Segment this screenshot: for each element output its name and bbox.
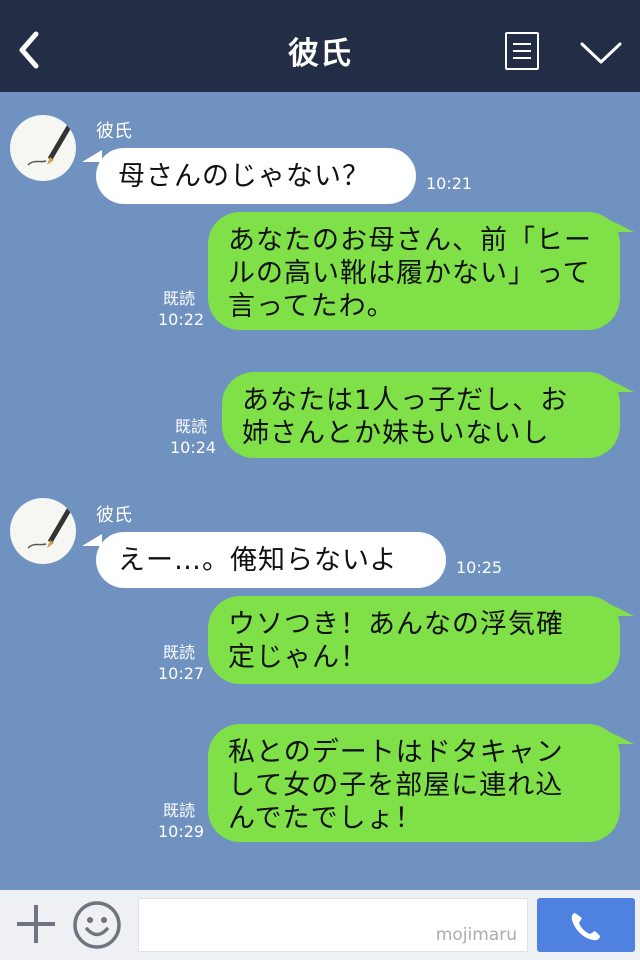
- smiley-icon: [73, 901, 121, 949]
- message-time: 10:29: [158, 822, 205, 841]
- message-bubble-outgoing[interactable]: 私とのデートはドタキャン して女の子を部屋に連れ込 んでたでしょ！: [208, 724, 620, 842]
- message-text: んでたでしょ！: [228, 803, 423, 834]
- plus-icon: [17, 905, 55, 943]
- avatar[interactable]: [10, 498, 76, 564]
- message-text: 言ってたわ。: [228, 291, 395, 322]
- bubble-tail: [82, 534, 102, 546]
- message-text: 姉さんとか妹もいないし: [242, 418, 550, 449]
- chat-header: 彼氏: [0, 0, 640, 92]
- pen-avatar-icon: [27, 123, 73, 166]
- read-receipt: 既読: [174, 417, 207, 436]
- message-time: 10:21: [426, 174, 473, 193]
- message-time: 10:27: [158, 664, 205, 683]
- message-text: えー…。俺知らないよ: [118, 545, 398, 576]
- watermark-text: mojimaru: [435, 925, 517, 945]
- message-list[interactable]: 彼氏 母さんのじゃない？ 10:21 既読 10:22 あなたのお母さん、前「ヒ…: [0, 92, 640, 890]
- message-time: 10:24: [170, 438, 217, 457]
- message-text: 私とのデートはドタキャン: [228, 737, 564, 768]
- sender-name: 彼氏: [96, 505, 132, 526]
- sender-name: 彼氏: [96, 121, 132, 142]
- phone-icon: [571, 913, 600, 941]
- message-text: 定じゃん！: [228, 642, 368, 673]
- attach-button[interactable]: [14, 902, 58, 946]
- message-text: して女の子を部屋に連れ込: [228, 770, 564, 801]
- message-text: あなたは1人っ子だし、お: [242, 385, 569, 416]
- bubble-tail: [610, 220, 634, 232]
- bubble-tail: [82, 150, 102, 162]
- read-receipt: 既読: [162, 643, 195, 662]
- message-text: ウソつき！あんなの浮気確: [228, 609, 564, 640]
- pen-avatar-icon: [27, 506, 73, 549]
- message-bubble-outgoing[interactable]: あなたは1人っ子だし、お 姉さんとか妹もいないし: [222, 372, 620, 458]
- read-receipt: 既読: [162, 801, 195, 820]
- bubble-tail: [610, 604, 634, 616]
- message-meta: 既読 10:29: [158, 800, 205, 842]
- menu-button[interactable]: [505, 32, 539, 70]
- input-bar: mojimaru: [0, 890, 640, 960]
- message-meta: 既読 10:22: [158, 288, 205, 330]
- message-bubble-incoming[interactable]: 母さんのじゃない？: [96, 148, 416, 204]
- read-receipt: 既読: [162, 289, 195, 308]
- message-text: ルの高い靴は履かない」って: [228, 258, 591, 289]
- message-meta: 既読 10:24: [170, 416, 217, 458]
- message-bubble-outgoing[interactable]: あなたのお母さん、前「ヒー ルの高い靴は履かない」って 言ってたわ。: [208, 212, 620, 330]
- bubble-tail: [610, 732, 634, 744]
- message-text: あなたのお母さん、前「ヒー: [228, 225, 592, 256]
- collapse-button[interactable]: [578, 38, 624, 68]
- call-button[interactable]: [537, 898, 635, 952]
- message-time: 10:22: [158, 310, 205, 329]
- message-text: 母さんのじゃない？: [118, 161, 370, 192]
- message-bubble-outgoing[interactable]: ウソつき！あんなの浮気確 定じゃん！: [208, 596, 620, 684]
- message-meta: 既読 10:27: [158, 642, 205, 684]
- emoji-button[interactable]: [72, 900, 122, 950]
- chat-title: 彼氏: [288, 36, 352, 72]
- chevron-down-icon: [580, 42, 622, 64]
- message-bubble-incoming[interactable]: えー…。俺知らないよ: [96, 532, 446, 588]
- bubble-tail: [610, 380, 634, 392]
- avatar[interactable]: [10, 115, 76, 181]
- message-input[interactable]: mojimaru: [138, 898, 528, 952]
- message-time: 10:25: [456, 558, 503, 577]
